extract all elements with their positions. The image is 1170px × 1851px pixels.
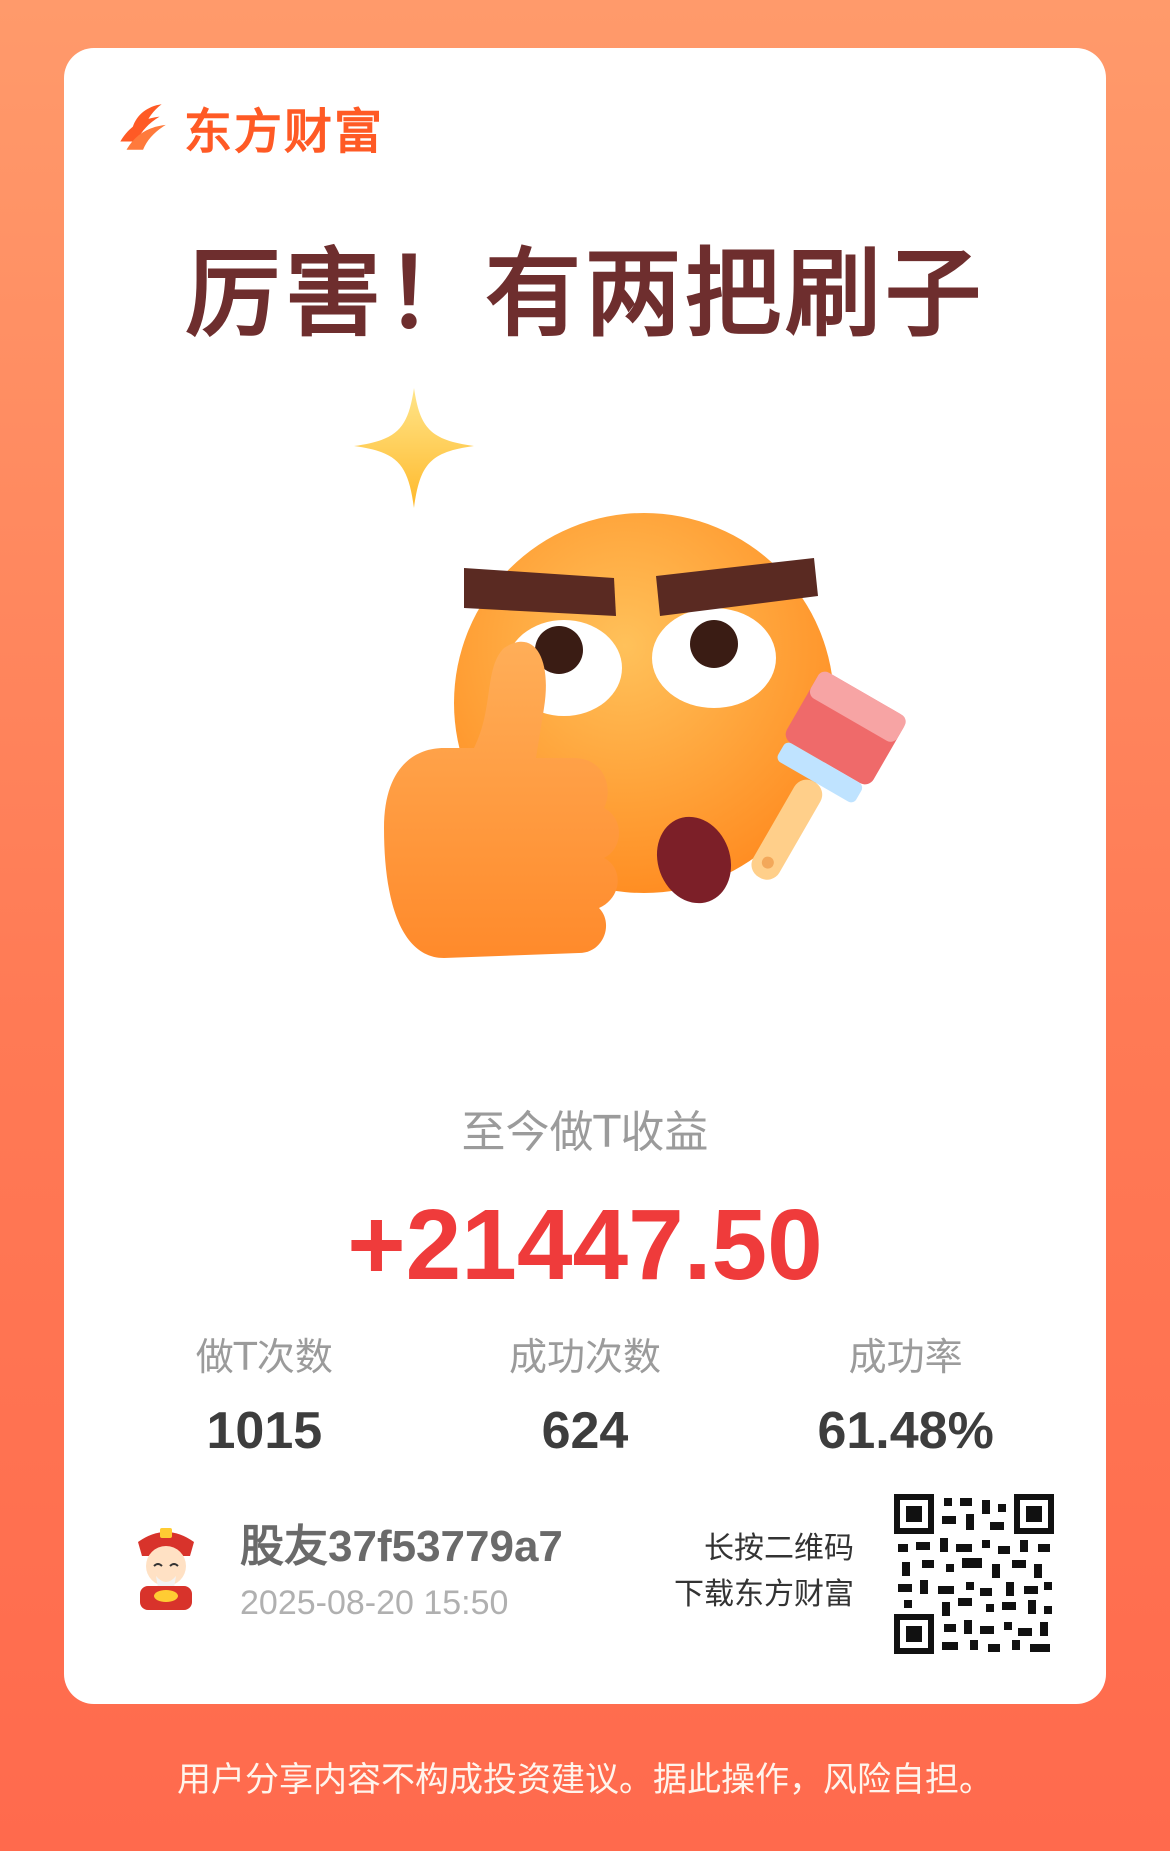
disclaimer: 用户分享内容不构成投资建议。据此操作，风险自担。: [177, 1760, 993, 1800]
stat-label: 做T次数: [195, 1335, 333, 1379]
share-card: 东方财富 厉害！有两把刷子 至今做T收益 +21447.50 做T次数 1015…: [64, 48, 1106, 1704]
brand: 东方财富: [110, 92, 384, 162]
stat-label: 成功率: [848, 1335, 963, 1379]
stat-value: 61.48%: [817, 1402, 994, 1460]
qr-hint: 长按二维码 下载东方财富: [674, 1526, 854, 1618]
user-info: 股友37f53779a7 2025-08-20 15:50: [126, 1510, 563, 1623]
user-text: 股友37f53779a7 2025-08-20 15:50: [240, 1510, 563, 1623]
stat-t-count: 做T次数 1015: [114, 1326, 414, 1461]
stats-row: 做T次数 1015 成功次数 624 成功率 61.48%: [104, 1326, 1066, 1461]
qr-code-icon[interactable]: [894, 1494, 1054, 1654]
east-money-flame-logo-icon: [120, 104, 166, 150]
stat-value: 1015: [206, 1402, 323, 1460]
profit-value: +21447.50: [347, 1189, 823, 1301]
stat-success-count: 成功次数 624: [435, 1326, 735, 1461]
profit-title: 至今做T收益: [461, 1107, 709, 1158]
caishen-avatar-icon: [138, 1527, 194, 1610]
headline: 厉害！有两把刷子: [185, 238, 985, 350]
qr-hint-line1: 长按二维码: [704, 1531, 854, 1566]
stat-success-rate: 成功率 61.48%: [756, 1326, 1056, 1461]
thumbs-up-paintbrush-emoji-icon: [354, 388, 906, 958]
brand-name: 东方财富: [184, 104, 385, 160]
stat-value: 624: [541, 1402, 629, 1460]
stat-label: 成功次数: [508, 1335, 661, 1379]
qr-hint-line2: 下载东方财富: [674, 1577, 854, 1612]
share-timestamp: 2025-08-20 15:50: [240, 1584, 509, 1622]
username: 股友37f53779a7: [240, 1522, 563, 1571]
